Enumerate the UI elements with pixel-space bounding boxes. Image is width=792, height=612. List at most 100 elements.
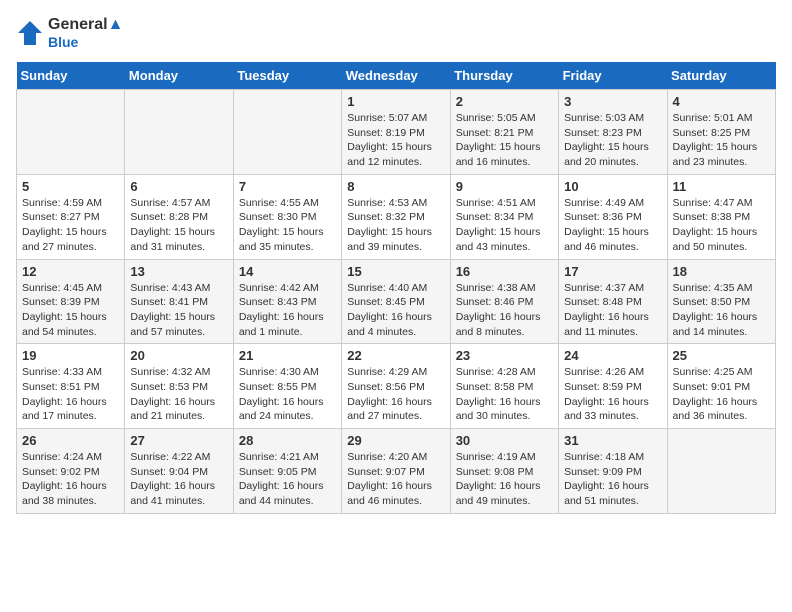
day-number: 3 xyxy=(564,94,661,109)
calendar-cell: 28 Sunrise: 4:21 AMSunset: 9:05 PMDayligh… xyxy=(233,429,341,514)
calendar-cell: 5 Sunrise: 4:59 AMSunset: 8:27 PMDaylight… xyxy=(17,174,125,259)
day-info: Sunrise: 4:24 AMSunset: 9:02 PMDaylight:… xyxy=(22,450,119,509)
calendar-cell: 31 Sunrise: 4:18 AMSunset: 9:09 PMDayligh… xyxy=(559,429,667,514)
calendar-cell: 14 Sunrise: 4:42 AMSunset: 8:43 PMDayligh… xyxy=(233,259,341,344)
calendar-cell: 16Sunrise: 4:38 AMSunset: 8:46 PMDayligh… xyxy=(450,259,558,344)
calendar-cell: 22 Sunrise: 4:29 AMSunset: 8:56 PMDayligh… xyxy=(342,344,450,429)
day-number: 8 xyxy=(347,179,444,194)
logo-text: General▲ Blue xyxy=(48,16,123,50)
calendar-cell: 27 Sunrise: 4:22 AMSunset: 9:04 PMDayligh… xyxy=(125,429,233,514)
calendar-cell: 25Sunrise: 4:25 AMSunset: 9:01 PMDayligh… xyxy=(667,344,775,429)
calendar-cell: 26Sunrise: 4:24 AMSunset: 9:02 PMDayligh… xyxy=(17,429,125,514)
day-info: Sunrise: 5:07 AMSunset: 8:19 PMDaylight:… xyxy=(347,111,444,170)
day-info: Sunrise: 4:49 AMSunset: 8:36 PMDaylight:… xyxy=(564,196,661,255)
day-info: Sunrise: 4:29 AMSunset: 8:56 PMDaylight:… xyxy=(347,365,444,424)
day-info: Sunrise: 5:05 AMSunset: 8:21 PMDaylight:… xyxy=(456,111,553,170)
day-number: 25 xyxy=(673,348,770,363)
day-header-thursday: Thursday xyxy=(450,62,558,90)
week-row-5: 26Sunrise: 4:24 AMSunset: 9:02 PMDayligh… xyxy=(17,429,776,514)
day-number: 6 xyxy=(130,179,227,194)
calendar-cell: 29Sunrise: 4:20 AMSunset: 9:07 PMDayligh… xyxy=(342,429,450,514)
day-number: 14 xyxy=(239,264,336,279)
day-number: 21 xyxy=(239,348,336,363)
day-info: Sunrise: 4:55 AMSunset: 8:30 PMDaylight:… xyxy=(239,196,336,255)
day-info: Sunrise: 4:26 AMSunset: 8:59 PMDaylight:… xyxy=(564,365,661,424)
day-number: 19 xyxy=(22,348,119,363)
calendar-cell: 17Sunrise: 4:37 AMSunset: 8:48 PMDayligh… xyxy=(559,259,667,344)
calendar-cell: 19Sunrise: 4:33 AMSunset: 8:51 PMDayligh… xyxy=(17,344,125,429)
calendar-cell: 12 Sunrise: 4:45 AMSunset: 8:39 PMDayligh… xyxy=(17,259,125,344)
day-info: Sunrise: 5:03 AMSunset: 8:23 PMDaylight:… xyxy=(564,111,661,170)
day-info: Sunrise: 4:21 AMSunset: 9:05 PMDaylight:… xyxy=(239,450,336,509)
day-info: Sunrise: 4:47 AMSunset: 8:38 PMDaylight:… xyxy=(673,196,770,255)
day-header-wednesday: Wednesday xyxy=(342,62,450,90)
calendar-cell xyxy=(17,90,125,175)
day-info: Sunrise: 4:57 AMSunset: 8:28 PMDaylight:… xyxy=(130,196,227,255)
day-header-monday: Monday xyxy=(125,62,233,90)
day-info: Sunrise: 4:32 AMSunset: 8:53 PMDaylight:… xyxy=(130,365,227,424)
day-info: Sunrise: 4:35 AMSunset: 8:50 PMDaylight:… xyxy=(673,281,770,340)
day-number: 4 xyxy=(673,94,770,109)
day-number: 22 xyxy=(347,348,444,363)
day-number: 31 xyxy=(564,433,661,448)
calendar-cell: 21 Sunrise: 4:30 AMSunset: 8:55 PMDayligh… xyxy=(233,344,341,429)
day-number: 27 xyxy=(130,433,227,448)
day-header-friday: Friday xyxy=(559,62,667,90)
calendar-cell: 23Sunrise: 4:28 AMSunset: 8:58 PMDayligh… xyxy=(450,344,558,429)
day-number: 28 xyxy=(239,433,336,448)
day-info: Sunrise: 4:22 AMSunset: 9:04 PMDaylight:… xyxy=(130,450,227,509)
day-info: Sunrise: 4:42 AMSunset: 8:43 PMDaylight:… xyxy=(239,281,336,340)
calendar-cell: 9 Sunrise: 4:51 AMSunset: 8:34 PMDaylight… xyxy=(450,174,558,259)
calendar-cell: 6 Sunrise: 4:57 AMSunset: 8:28 PMDaylight… xyxy=(125,174,233,259)
day-number: 7 xyxy=(239,179,336,194)
day-info: Sunrise: 4:45 AMSunset: 8:39 PMDaylight:… xyxy=(22,281,119,340)
day-header-tuesday: Tuesday xyxy=(233,62,341,90)
calendar-cell: 11 Sunrise: 4:47 AMSunset: 8:38 PMDayligh… xyxy=(667,174,775,259)
calendar-cell xyxy=(667,429,775,514)
calendar-cell: 18 Sunrise: 4:35 AMSunset: 8:50 PMDayligh… xyxy=(667,259,775,344)
day-number: 2 xyxy=(456,94,553,109)
day-number: 24 xyxy=(564,348,661,363)
day-number: 12 xyxy=(22,264,119,279)
calendar-cell: 15Sunrise: 4:40 AMSunset: 8:45 PMDayligh… xyxy=(342,259,450,344)
day-info: Sunrise: 4:30 AMSunset: 8:55 PMDaylight:… xyxy=(239,365,336,424)
day-info: Sunrise: 4:19 AMSunset: 9:08 PMDaylight:… xyxy=(456,450,553,509)
day-number: 20 xyxy=(130,348,227,363)
day-info: Sunrise: 4:40 AMSunset: 8:45 PMDaylight:… xyxy=(347,281,444,340)
day-number: 5 xyxy=(22,179,119,194)
day-header-sunday: Sunday xyxy=(17,62,125,90)
calendar-cell: 10 Sunrise: 4:49 AMSunset: 8:36 PMDayligh… xyxy=(559,174,667,259)
calendar-cell: 8 Sunrise: 4:53 AMSunset: 8:32 PMDaylight… xyxy=(342,174,450,259)
logo: General▲ Blue xyxy=(16,16,123,50)
day-info: Sunrise: 4:53 AMSunset: 8:32 PMDaylight:… xyxy=(347,196,444,255)
day-number: 10 xyxy=(564,179,661,194)
week-row-4: 19Sunrise: 4:33 AMSunset: 8:51 PMDayligh… xyxy=(17,344,776,429)
day-number: 13 xyxy=(130,264,227,279)
page-header: General▲ Blue xyxy=(16,16,776,50)
calendar-cell xyxy=(233,90,341,175)
calendar-cell: 24 Sunrise: 4:26 AMSunset: 8:59 PMDayligh… xyxy=(559,344,667,429)
day-number: 18 xyxy=(673,264,770,279)
day-number: 30 xyxy=(456,433,553,448)
day-number: 9 xyxy=(456,179,553,194)
calendar-cell: 20 Sunrise: 4:32 AMSunset: 8:53 PMDayligh… xyxy=(125,344,233,429)
calendar-cell xyxy=(125,90,233,175)
calendar-cell: 30 Sunrise: 4:19 AMSunset: 9:08 PMDayligh… xyxy=(450,429,558,514)
day-number: 1 xyxy=(347,94,444,109)
calendar-cell: 13Sunrise: 4:43 AMSunset: 8:41 PMDayligh… xyxy=(125,259,233,344)
logo-icon xyxy=(16,19,44,47)
calendar-table: SundayMondayTuesdayWednesdayThursdayFrid… xyxy=(16,62,776,514)
day-info: Sunrise: 5:01 AMSunset: 8:25 PMDaylight:… xyxy=(673,111,770,170)
week-row-3: 12 Sunrise: 4:45 AMSunset: 8:39 PMDayligh… xyxy=(17,259,776,344)
day-number: 11 xyxy=(673,179,770,194)
day-info: Sunrise: 4:37 AMSunset: 8:48 PMDaylight:… xyxy=(564,281,661,340)
calendar-cell: 7 Sunrise: 4:55 AMSunset: 8:30 PMDaylight… xyxy=(233,174,341,259)
week-row-2: 5 Sunrise: 4:59 AMSunset: 8:27 PMDaylight… xyxy=(17,174,776,259)
day-info: Sunrise: 4:18 AMSunset: 9:09 PMDaylight:… xyxy=(564,450,661,509)
calendar-cell: 1 Sunrise: 5:07 AMSunset: 8:19 PMDaylight… xyxy=(342,90,450,175)
week-row-1: 1 Sunrise: 5:07 AMSunset: 8:19 PMDaylight… xyxy=(17,90,776,175)
day-info: Sunrise: 4:51 AMSunset: 8:34 PMDaylight:… xyxy=(456,196,553,255)
calendar-cell: 4 Sunrise: 5:01 AMSunset: 8:25 PMDaylight… xyxy=(667,90,775,175)
day-info: Sunrise: 4:59 AMSunset: 8:27 PMDaylight:… xyxy=(22,196,119,255)
calendar-cell: 2 Sunrise: 5:05 AMSunset: 8:21 PMDaylight… xyxy=(450,90,558,175)
